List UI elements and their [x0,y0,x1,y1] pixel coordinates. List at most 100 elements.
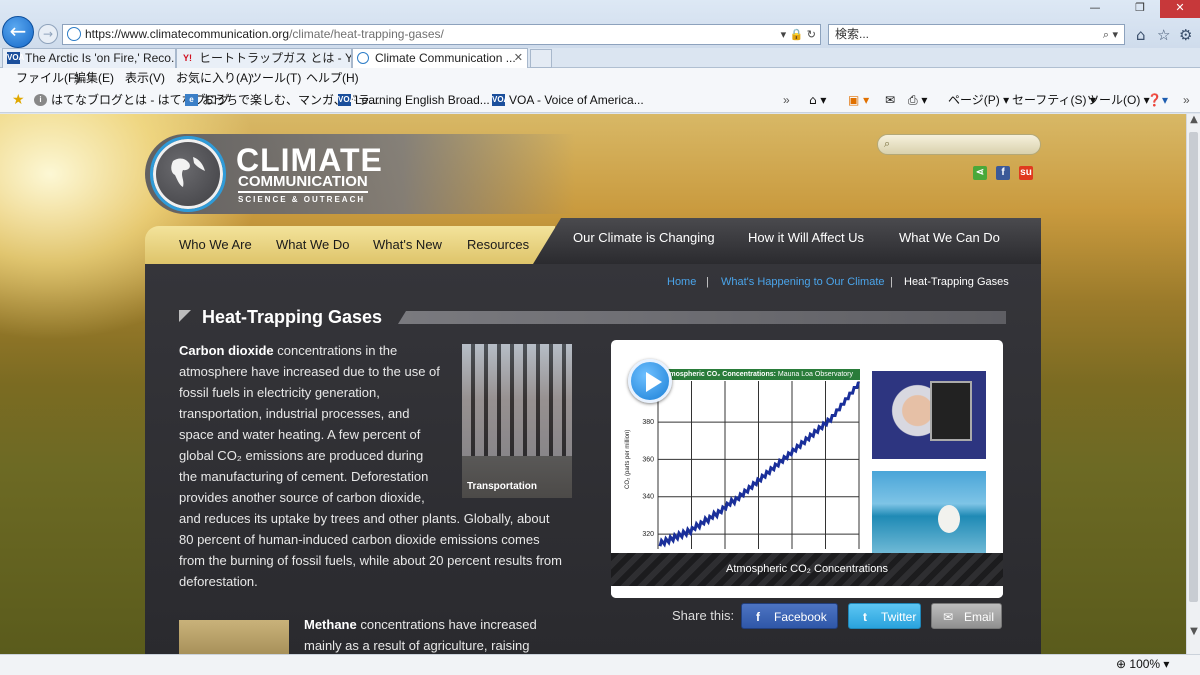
vertical-scrollbar[interactable]: ▲ ▼ [1186,114,1200,654]
search-magnifier-icon[interactable]: ⌕ ▾ [1103,25,1118,44]
add-favorite-star-icon[interactable]: ★ [12,89,25,111]
y-tick-label: 320 [642,531,654,538]
breadcrumb-separator: | [706,276,709,288]
address-bar[interactable]: https://www.climatecommunication.org/cli… [62,24,821,45]
thumbnail-caption: Transportation [467,481,538,492]
info-icon: i [34,94,47,106]
close-window-icon[interactable]: ✕ [1160,0,1200,18]
zoom-level[interactable]: ⊕ 100% ▾ [1116,655,1169,674]
globe-icon [357,52,369,64]
new-tab-button[interactable] [530,49,552,68]
text-line: deforestation. [179,574,258,589]
twitter-label: Twitter [881,610,917,624]
chart-title-bold: Atmospheric CO₂ Concentrations: [662,371,776,378]
transportation-thumbnail[interactable]: Transportation [462,344,572,498]
breadcrumb-parent[interactable]: What's Happening to Our Climate [721,276,885,288]
home-icon[interactable]: ⌂ [1136,26,1146,44]
back-button[interactable]: ← [2,16,34,48]
menu-view[interactable]: 表示(V) [125,68,165,88]
chart-y-label: CO₂ (parts per million) [625,430,631,489]
nav-how-it-will-affect-us[interactable]: How it Will Affect Us [748,230,864,245]
share-icon[interactable]: ⋖ [973,166,987,180]
text-line: mainly as a result of agriculture, raisi… [304,638,530,653]
primary-nav: Our Climate is Changing How it Will Affe… [533,218,1041,264]
site-search-input[interactable]: ⌕ [877,134,1041,155]
nav-resources[interactable]: Resources [467,237,529,252]
tab-label: ヒートトラップガス とは - Yahoo!... [199,51,352,65]
forward-button[interactable]: → [38,24,58,44]
favorites-star-icon[interactable]: ☆ [1157,26,1170,44]
settings-gear-icon[interactable]: ⚙ [1179,26,1192,44]
home-command-icon[interactable]: ⌂ ▾ [809,89,826,111]
twitter-share-button[interactable]: t Twitter [848,603,921,629]
address-controls-icon[interactable]: ▾ 🔒 ↻ [781,25,816,44]
scroll-thumb[interactable] [1189,132,1198,602]
breadcrumb-current: Heat-Trapping Gases [904,276,1009,288]
twitter-icon: t [863,610,867,624]
close-tab-icon[interactable]: ✕ [514,49,523,67]
logo-subtitle: COMMUNICATION [238,173,368,193]
methane-term: Methane [304,617,357,632]
facebook-label: Facebook [774,610,827,624]
video-caption: Atmospheric CO₂ Concentrations [611,553,1003,586]
menu-edit[interactable]: 編集(E) [74,68,114,88]
play-button-icon[interactable] [628,359,672,403]
minimize-icon[interactable]: — [1082,0,1108,18]
scroll-up-icon[interactable]: ▲ [1187,114,1200,125]
voa-icon: VOA [7,52,25,64]
tab-yahoo[interactable]: Y! ヒートトラップガス とは - Yahoo!... [176,48,352,68]
scientist-photo [872,371,986,459]
rss-feed-icon[interactable]: ▣ ▾ [848,89,869,111]
text-line: from the burning of fossil fuels, while … [179,553,562,568]
facebook-share-button[interactable]: f Facebook [741,603,838,629]
chart-grid [657,381,860,549]
browser-search-box[interactable]: 検索... ⌕ ▾ [828,24,1125,45]
nav-who-we-are[interactable]: Who We Are [179,237,252,252]
mail-icon[interactable]: ✉ [885,89,895,111]
fav-label: VOA - Voice of America... [509,93,644,107]
menu-tools[interactable]: ツール(T) [250,68,301,88]
tab-strip: VOA The Arctic Is 'on Fire,' Reco... Y! … [0,48,1200,68]
favorites-overflow-chevron[interactable]: » [783,89,790,111]
menu-file[interactable]: ファイル(F) [16,68,79,88]
command-overflow-chevron[interactable]: » [1183,89,1190,111]
fav-voa[interactable]: VOA VOA - Voice of America... [492,89,644,111]
voa-icon: VOA [492,94,510,106]
restore-icon[interactable]: ❐ [1120,0,1160,18]
agriculture-thumbnail[interactable] [179,620,289,654]
print-icon[interactable]: ⎙ ▾ [908,89,927,111]
address-path: /climate/heat-trapping-gases/ [289,27,444,41]
safety-menu[interactable]: セーフティ(S) ▾ [1012,89,1096,111]
video-player[interactable]: CO₂ (parts per million) 320 340 360 380 Atm… [611,340,1003,598]
menu-favorites[interactable]: お気に入り(A) [176,68,252,88]
stumbleupon-icon[interactable]: su [1019,166,1033,180]
help-icon[interactable]: ❓▾ [1147,89,1168,111]
facebook-icon: f [756,610,760,624]
email-icon: ✉ [942,610,954,624]
favorites-bar: ★ i はてなブログとは - はてなブログ e おうちで楽しむ、マンガ、ドラ... … [0,89,1200,113]
tab-label: The Arctic Is 'on Fire,' Reco... [25,51,176,65]
zoom-icon: ⊕ [1116,657,1130,671]
nav-what-we-can-do[interactable]: What We Can Do [899,230,1000,245]
co2-term: Carbon dioxide [179,343,274,358]
tools-menu[interactable]: ツール(O) ▾ [1087,89,1150,111]
breadcrumb-separator: | [890,276,893,288]
menu-help[interactable]: ヘルプ(H) [306,68,359,88]
fav-label: Learning English Broad... [355,93,490,107]
tab-voa-arctic[interactable]: VOA The Arctic Is 'on Fire,' Reco... [2,48,176,68]
chart-title-rest: Mauna Loa Observatory [775,371,854,378]
nav-whats-new[interactable]: What's New [373,237,442,252]
browser-toolbar: ← → https://www.climatecommunication.org… [0,0,1200,48]
globe-logo-icon[interactable] [150,136,226,212]
scroll-down-icon[interactable]: ▼ [1187,626,1200,637]
page-menu[interactable]: ページ(P) ▾ [948,89,1009,111]
breadcrumb-home[interactable]: Home [667,276,696,288]
tab-climate-communication[interactable]: Climate Communication ... ✕ [352,48,528,68]
nav-what-we-do[interactable]: What We Do [276,237,349,252]
ocean-photo [872,471,986,553]
facebook-icon[interactable]: f [996,166,1010,180]
fav-learning-english[interactable]: VOA Learning English Broad... [338,89,490,111]
text-line: concentrations have increased [356,617,537,632]
nav-our-climate-is-changing[interactable]: Our Climate is Changing [573,230,715,245]
email-share-button[interactable]: ✉ Email [931,603,1002,629]
